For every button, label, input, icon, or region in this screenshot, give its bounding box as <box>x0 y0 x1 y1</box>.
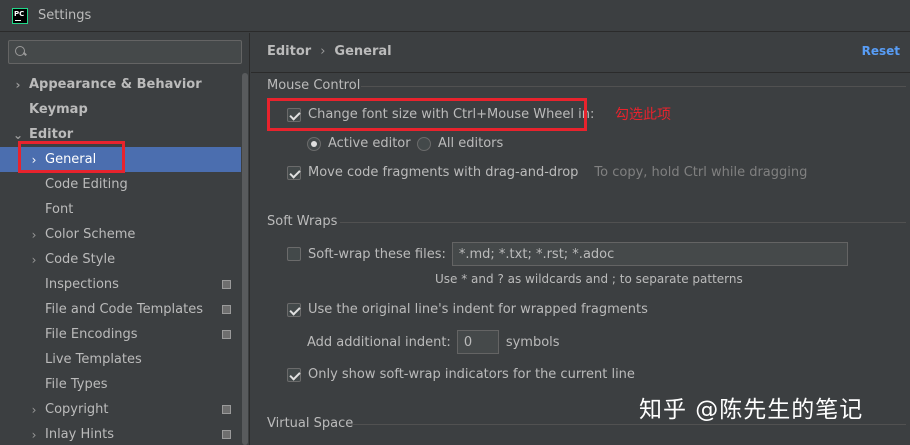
sidebar-item-inlay-hints[interactable]: › Inlay Hints <box>0 422 241 445</box>
sidebar-item-label: File and Code Templates <box>45 302 203 317</box>
all-editors-label[interactable]: All editors <box>438 136 503 151</box>
original-indent-checkbox[interactable] <box>287 302 301 317</box>
mouse-control-title: Mouse Control <box>267 78 361 93</box>
sidebar-item-label: Editor <box>29 127 74 142</box>
sidebar-item-label: Appearance & Behavior <box>29 77 202 92</box>
drag-drop-hint: To copy, hold Ctrl while dragging <box>594 165 808 180</box>
sidebar-item-label: Copyright <box>45 402 109 417</box>
app-icon-text: PC <box>14 9 25 18</box>
only-current-label[interactable]: Only show soft-wrap indicators for the c… <box>308 367 635 382</box>
sidebar-item-label: Inspections <box>45 277 119 292</box>
sidebar-item-file-encodings[interactable]: File Encodings <box>0 322 241 347</box>
drag-drop-checkbox[interactable] <box>287 165 301 180</box>
symbols-label: symbols <box>505 334 560 350</box>
only-current-checkbox[interactable] <box>287 367 301 382</box>
sidebar-item-live-templates[interactable]: Live Templates <box>0 347 241 372</box>
sidebar-item-color-scheme[interactable]: › Color Scheme <box>0 222 241 247</box>
chevron-right-icon[interactable]: › <box>26 228 42 242</box>
reset-button[interactable]: Reset <box>862 44 900 58</box>
sidebar-item-code-style[interactable]: › Code Style <box>0 247 241 272</box>
window-title: Settings <box>38 8 92 23</box>
sidebar-scrollbar-thumb[interactable] <box>242 73 248 445</box>
soft-wrap-files-input[interactable]: *.md; *.txt; *.rst; *.adoc <box>451 242 848 266</box>
sidebar-item-label: Color Scheme <box>45 227 136 242</box>
wildcard-hint-row: Use * and ? as wildcards and ; to separa… <box>435 272 743 286</box>
search-input[interactable] <box>31 42 241 62</box>
mouse-control-divider <box>361 86 906 87</box>
sidebar-item-label: Live Templates <box>45 352 142 367</box>
soft-wrap-row[interactable]: Soft-wrap these files: *.md; *.txt; *.rs… <box>287 242 848 266</box>
sidebar-item-file-types[interactable]: File Types <box>0 372 241 397</box>
annotation-text: 勾选此项 <box>615 107 671 123</box>
breadcrumb-separator: › <box>320 44 326 59</box>
project-settings-icon <box>222 305 231 314</box>
pycharm-app-icon: PC <box>12 7 28 24</box>
breadcrumb-editor[interactable]: Editor <box>267 44 311 59</box>
project-settings-icon <box>222 405 231 414</box>
change-font-highlight-box <box>267 98 587 131</box>
sidebar-item-label: Code Style <box>45 252 116 267</box>
additional-indent-label: Add additional indent: <box>307 334 451 350</box>
sidebar-item-code-editing[interactable]: Code Editing <box>0 172 241 197</box>
all-editors-row[interactable]: All editors <box>417 136 503 151</box>
search-icon <box>15 45 31 59</box>
title-bar: PC Settings <box>0 0 910 32</box>
original-indent-label[interactable]: Use the original line's indent for wrapp… <box>308 302 648 317</box>
sidebar-item-copyright[interactable]: › Copyright <box>0 397 241 422</box>
header-divider <box>251 72 910 73</box>
active-editor-label[interactable]: Active editor <box>328 136 411 151</box>
sidebar-item-font[interactable]: Font <box>0 197 241 222</box>
project-settings-icon <box>222 330 231 339</box>
project-settings-icon <box>222 280 231 289</box>
soft-wraps-title: Soft Wraps <box>267 214 338 229</box>
active-editor-radio[interactable] <box>307 136 321 151</box>
project-settings-icon <box>222 430 231 439</box>
settings-content: Editor › General Reset Mouse Control Cha… <box>251 33 910 445</box>
sidebar-scrollbar[interactable] <box>241 73 249 445</box>
wildcard-hint: Use * and ? as wildcards and ; to separa… <box>435 272 743 286</box>
sidebar-item-label: Font <box>45 202 74 217</box>
general-highlight-box <box>18 141 125 173</box>
all-editors-radio[interactable] <box>417 136 431 151</box>
settings-sidebar: › Appearance & Behavior Keymap ⌄ Editor › Gene… <box>0 33 250 445</box>
virtual-space-title: Virtual Space <box>267 416 354 431</box>
chevron-right-icon[interactable]: › <box>10 78 26 92</box>
chevron-right-icon[interactable]: › <box>26 428 42 442</box>
additional-indent-row: Add additional indent: 0 symbols <box>307 330 560 354</box>
soft-wraps-divider <box>340 222 906 223</box>
sidebar-item-appearance-behavior[interactable]: › Appearance & Behavior <box>0 72 241 97</box>
sidebar-item-file-and-code-templates[interactable]: File and Code Templates <box>0 297 241 322</box>
additional-indent-input[interactable]: 0 <box>456 330 499 354</box>
sidebar-item-label: File Encodings <box>45 327 138 342</box>
sidebar-item-inspections[interactable]: Inspections <box>0 272 241 297</box>
drag-drop-label[interactable]: Move code fragments with drag-and-drop <box>308 165 578 180</box>
virtual-space-divider <box>351 424 906 425</box>
chevron-right-icon[interactable]: › <box>26 403 42 417</box>
settings-tree: › Appearance & Behavior Keymap ⌄ Editor › Gene… <box>0 72 241 445</box>
breadcrumb: Editor › General <box>267 44 392 59</box>
sidebar-item-label: Keymap <box>29 102 88 117</box>
settings-search[interactable] <box>8 40 242 64</box>
sidebar-item-label: File Types <box>45 377 108 392</box>
chevron-down-icon[interactable]: ⌄ <box>10 128 26 142</box>
active-editor-row[interactable]: Active editor <box>307 136 411 151</box>
breadcrumb-general: General <box>334 44 392 59</box>
only-current-row[interactable]: Only show soft-wrap indicators for the c… <box>287 367 635 382</box>
soft-wrap-label[interactable]: Soft-wrap these files: <box>308 247 446 262</box>
soft-wrap-checkbox[interactable] <box>287 247 301 261</box>
sidebar-item-label: Inlay Hints <box>45 427 114 442</box>
sidebar-item-label: Code Editing <box>45 177 128 192</box>
watermark: 知乎 @陈先生的笔记 <box>639 397 864 423</box>
sidebar-item-keymap[interactable]: Keymap <box>0 97 241 122</box>
original-indent-row[interactable]: Use the original line's indent for wrapp… <box>287 302 648 317</box>
chevron-right-icon[interactable]: › <box>26 253 42 267</box>
drag-drop-row[interactable]: Move code fragments with drag-and-drop T… <box>287 165 807 180</box>
